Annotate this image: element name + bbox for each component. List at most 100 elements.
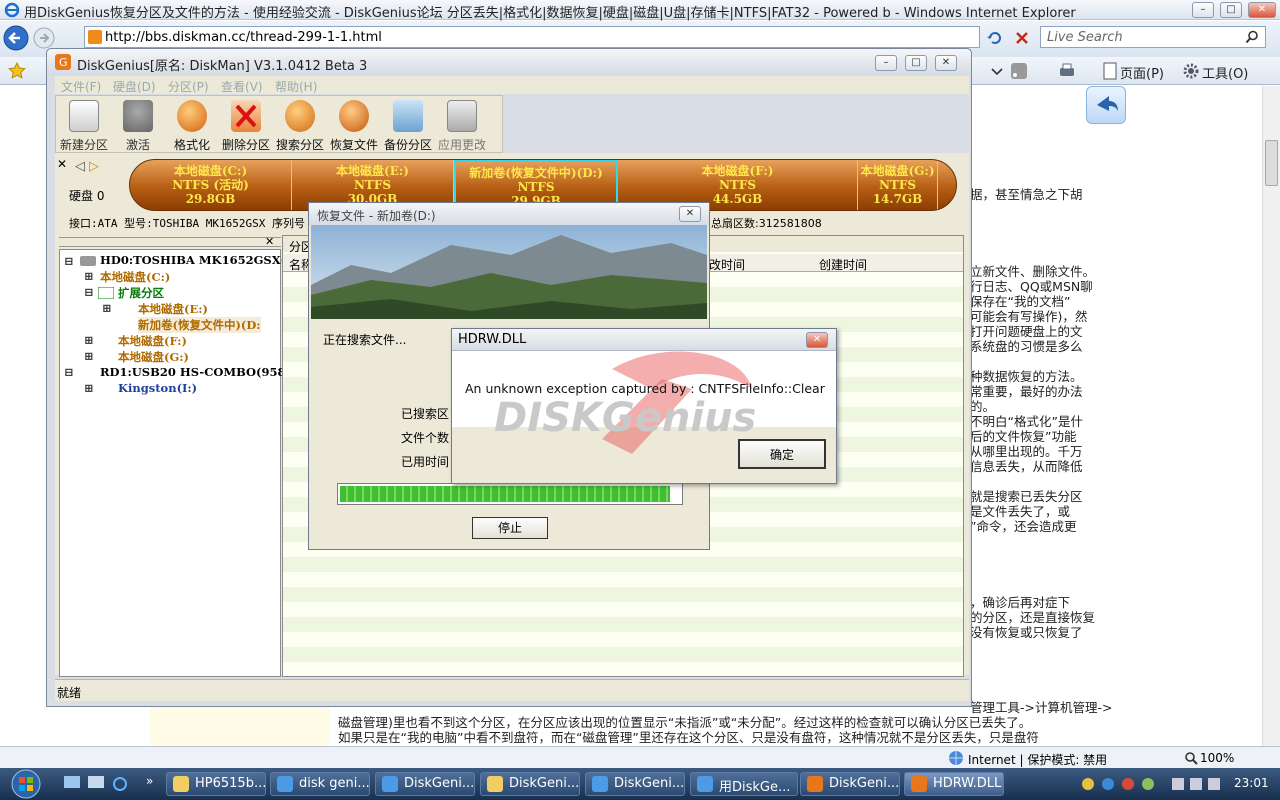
menu-file[interactable]: 文件(F) bbox=[61, 78, 101, 95]
dg-close-button[interactable]: ✕ bbox=[935, 55, 957, 71]
tree-partition-d[interactable]: 新加卷(恢复文件中)(D: bbox=[138, 317, 261, 333]
dg-window-title: DiskGenius[原名: DiskMan] V3.1.0412 Beta 3 bbox=[77, 59, 368, 74]
tools-menu[interactable]: 工具(O) bbox=[1202, 63, 1248, 82]
address-url: http://bbs.diskman.cc/thread-299-1-1.htm… bbox=[105, 30, 382, 45]
sector-count: 总扇区数:312581808 bbox=[711, 217, 822, 230]
tree-toggle[interactable]: ⊞ bbox=[102, 301, 112, 315]
taskbar-item[interactable]: disk geni... bbox=[270, 772, 370, 796]
address-bar[interactable]: http://bbs.diskman.cc/thread-299-1-1.htm… bbox=[84, 26, 980, 48]
search-partition-button[interactable]: 搜索分区 bbox=[274, 100, 326, 153]
search-placeholder: Live Search bbox=[1047, 30, 1123, 45]
ie-maximize-button[interactable]: □ bbox=[1220, 2, 1242, 18]
tree-toggle[interactable]: ⊟ bbox=[84, 285, 94, 299]
col-created[interactable]: 创建时间 bbox=[819, 256, 867, 273]
extended-partition-icon bbox=[98, 287, 114, 299]
dg-maximize-button[interactable]: □ bbox=[905, 55, 927, 71]
taskbar-item[interactable]: 用DiskGe... bbox=[690, 772, 798, 796]
tray-icons[interactable] bbox=[1080, 776, 1160, 792]
recover-files-button[interactable]: 恢复文件 bbox=[328, 100, 380, 153]
apply-changes-button[interactable]: 应用更改 bbox=[436, 100, 488, 153]
partition-c[interactable]: 本地磁盘(C:) NTFS (活动) 29.8GB bbox=[130, 160, 292, 210]
refresh-icon[interactable] bbox=[986, 29, 1004, 47]
tree-partition-c[interactable]: 本地磁盘(C:) bbox=[100, 269, 170, 285]
tree-toggle[interactable]: ⊟ bbox=[64, 254, 74, 268]
taskbar-item[interactable]: DiskGeni... bbox=[585, 772, 685, 796]
stop-icon[interactable] bbox=[1013, 29, 1031, 47]
menu-help[interactable]: 帮助(H) bbox=[275, 78, 317, 95]
recover-files-icon bbox=[339, 100, 369, 132]
close-tree-icon[interactable]: ✕ bbox=[265, 235, 274, 248]
tree-toggle[interactable]: ⊞ bbox=[84, 381, 94, 395]
error-dialog-title-bar: HDRW.DLL ✕ bbox=[452, 329, 836, 351]
error-dialog-title: HDRW.DLL bbox=[458, 332, 527, 347]
menu-partition[interactable]: 分区(P) bbox=[168, 78, 209, 95]
tree-toggle[interactable]: ⊞ bbox=[84, 269, 94, 283]
page-line: 信息丢失，从而降低 bbox=[970, 459, 1083, 474]
new-partition-button[interactable]: 新建分区 bbox=[58, 100, 110, 153]
security-zone[interactable]: Internet | 保护模式: 禁用 bbox=[968, 751, 1107, 768]
backup-partition-button[interactable]: 备份分区 bbox=[382, 100, 434, 153]
menu-disk[interactable]: 硬盘(D) bbox=[113, 78, 156, 95]
home-dropdown-icon[interactable] bbox=[990, 64, 1004, 78]
close-diskmap-icon[interactable]: ✕ bbox=[57, 157, 67, 171]
page-menu[interactable]: 页面(P) bbox=[1120, 63, 1164, 82]
zoom-level[interactable]: 100% bbox=[1200, 751, 1234, 765]
print-icon[interactable] bbox=[1058, 62, 1076, 80]
tree-extended-partition[interactable]: 扩展分区 bbox=[118, 285, 164, 301]
quicklaunch-ie-icon[interactable] bbox=[112, 776, 128, 792]
delete-partition-button[interactable]: 删除分区 bbox=[220, 100, 272, 153]
tree-toggle[interactable]: ⊞ bbox=[84, 349, 94, 363]
error-message: An unknown exception captured by : CNTFS… bbox=[465, 381, 825, 396]
new-partition-icon bbox=[69, 100, 99, 132]
start-orb-icon[interactable] bbox=[6, 769, 46, 799]
tree-toggle[interactable]: ⊞ bbox=[84, 333, 94, 347]
recover-dialog-title: 恢复文件 - 新加卷(D:) bbox=[317, 209, 436, 223]
tray-system-icons[interactable] bbox=[1170, 776, 1226, 792]
switch-windows-icon[interactable] bbox=[88, 776, 104, 792]
menu-view[interactable]: 查看(V) bbox=[221, 78, 263, 95]
taskbar-item[interactable]: DiskGeni... bbox=[480, 772, 580, 796]
tree-header-strip bbox=[59, 237, 281, 247]
feeds-icon[interactable] bbox=[1010, 62, 1028, 80]
tree-partition-g[interactable]: 本地磁盘(G:) bbox=[118, 349, 189, 365]
dg-title-bar: G DiskGenius[原名: DiskMan] V3.1.0412 Beta… bbox=[47, 49, 971, 75]
ie-close-button[interactable]: ✕ bbox=[1248, 2, 1276, 18]
disk-label: 硬盘 0 bbox=[69, 189, 105, 203]
quicklaunch-more-icon[interactable]: » bbox=[146, 774, 153, 788]
dg-minimize-button[interactable]: – bbox=[875, 55, 897, 71]
search-input[interactable]: Live Search bbox=[1040, 26, 1266, 48]
page-scrollbar[interactable] bbox=[1262, 86, 1280, 746]
taskbar-item[interactable]: HP6515b... bbox=[166, 772, 266, 796]
reply-button[interactable] bbox=[1086, 86, 1126, 124]
col-modified[interactable]: 改时间 bbox=[709, 256, 745, 273]
tree-toggle[interactable]: ⊟ bbox=[64, 365, 74, 379]
forward-icon[interactable] bbox=[32, 26, 56, 50]
prev-disk-icon[interactable]: ◁ bbox=[75, 159, 85, 174]
partition-g[interactable]: 本地磁盘(G:) NTFS 14.7GB bbox=[858, 160, 938, 210]
activate-button[interactable]: 激活 bbox=[112, 100, 164, 153]
tree-partition-i[interactable]: Kingston(I:) bbox=[118, 381, 197, 395]
favorites-star-icon[interactable] bbox=[8, 62, 26, 80]
ok-button[interactable]: 确定 bbox=[738, 439, 826, 469]
ie-window-title: 用DiskGenius恢复分区及文件的方法 - 使用经验交流 - DiskGen… bbox=[24, 6, 1076, 21]
zoom-icon[interactable] bbox=[1184, 751, 1198, 765]
recover-close-button[interactable]: ✕ bbox=[679, 206, 701, 222]
show-desktop-icon[interactable] bbox=[64, 776, 80, 792]
tree-partition-f[interactable]: 本地磁盘(F:) bbox=[118, 333, 187, 349]
tree-partition-e[interactable]: 本地磁盘(E:) bbox=[138, 301, 208, 317]
stop-button[interactable]: 停止 bbox=[472, 517, 548, 539]
next-disk-icon[interactable]: ▷ bbox=[89, 159, 99, 174]
tree-disk-hd0[interactable]: HD0:TOSHIBA MK1652GSX(149 bbox=[100, 253, 310, 267]
page-menu-icon[interactable] bbox=[1102, 62, 1118, 80]
ie-minimize-button[interactable]: – bbox=[1192, 2, 1214, 18]
svg-text:G: G bbox=[59, 56, 68, 69]
back-icon[interactable] bbox=[2, 24, 30, 52]
taskbar-item[interactable]: DiskGeni... bbox=[375, 772, 475, 796]
format-button[interactable]: 格式化 bbox=[166, 100, 218, 153]
taskbar-item-active[interactable]: HDRW.DLL bbox=[904, 772, 1004, 796]
taskbar-item[interactable]: DiskGeni... bbox=[800, 772, 900, 796]
search-icon[interactable] bbox=[1245, 30, 1259, 44]
scrollbar-thumb[interactable] bbox=[1265, 140, 1278, 186]
error-close-button[interactable]: ✕ bbox=[806, 332, 828, 348]
tools-gear-icon[interactable] bbox=[1182, 62, 1200, 80]
